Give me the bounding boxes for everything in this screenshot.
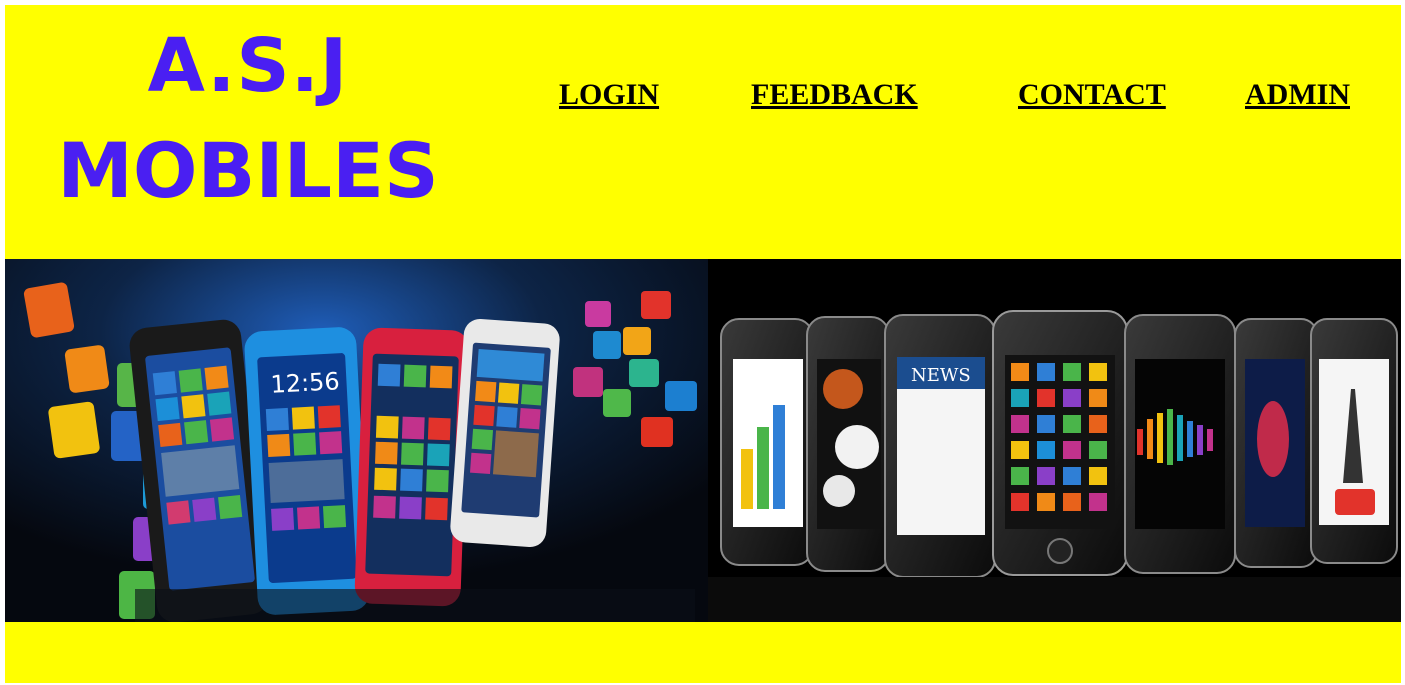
iphone-row: NEWS	[720, 310, 1398, 578]
left-phones-image: 12:56	[5, 259, 708, 622]
hero-banner: 12:56 NEWS	[5, 259, 1401, 622]
logo-line-2: MOBILES	[57, 126, 439, 215]
phone-red	[354, 327, 470, 607]
site-logo[interactable]: A.S.J MOBILES	[43, 23, 453, 223]
hero-banner-image: 12:56 NEWS	[5, 259, 1401, 622]
page: A.S.J MOBILES LOGIN FEEDBACK CONTACT ADM…	[5, 5, 1401, 683]
phone-clock-text: 12:56	[270, 367, 341, 399]
phone-white	[450, 319, 560, 547]
logo-line-1: A.S.J	[147, 23, 349, 109]
news-screen-title: NEWS	[911, 365, 971, 386]
footer-strip	[5, 622, 1401, 683]
right-phones-image: NEWS	[708, 259, 1401, 622]
nav-feedback-link[interactable]: FEEDBACK	[751, 75, 918, 115]
nav-login-link[interactable]: LOGIN	[559, 75, 659, 115]
nav-admin-link[interactable]: ADMIN	[1245, 75, 1350, 115]
nav-contact-link[interactable]: CONTACT	[1018, 75, 1166, 115]
phone-blue: 12:56	[244, 327, 370, 615]
